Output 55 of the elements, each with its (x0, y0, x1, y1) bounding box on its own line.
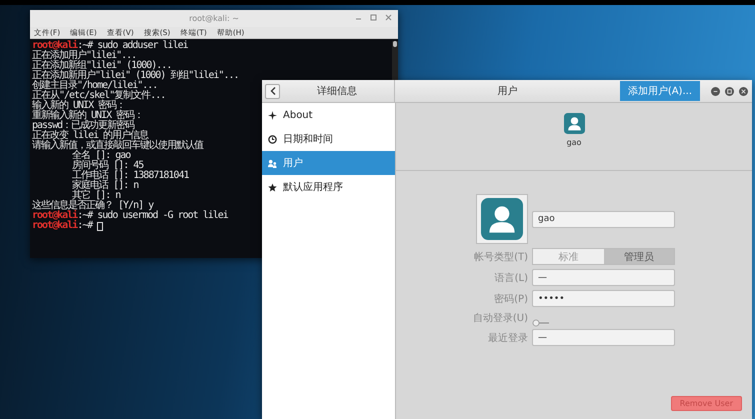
chevron-left-icon (270, 87, 276, 95)
terminal-line: root@kali:~# (32, 220, 92, 231)
user-name[interactable]: gao (566, 138, 582, 147)
field-label: 帐号类型(T) (474, 250, 528, 264)
terminal-line: 工作电话 []: 13887181041 (71, 171, 188, 181)
terminal-line: 创建主目录"/home/lilei"... (32, 81, 158, 91)
input-field[interactable]: — (532, 329, 675, 346)
terminal-line: 输入新的 UNIX 密码： (32, 101, 126, 111)
terminal-line: 家庭电话 []: n (71, 181, 138, 191)
field-label: 最近登录 (488, 332, 528, 344)
sparkle-icon (268, 110, 277, 120)
user-avatar-icon (564, 113, 584, 134)
sidebar-title: 详细信息 (316, 84, 358, 98)
terminal-line: 正在添加新组"lilei" (1000)... (32, 61, 172, 71)
terminal-line: 其它 []: n (72, 191, 120, 201)
terminal-line: 正在改变 lilei 的用户信息 (32, 131, 148, 141)
terminal-line: 正在添加新用户"lilei" (1000) 到组"lilei"... (32, 71, 239, 81)
field-label: 语言(L) (494, 272, 528, 284)
cursor-icon (97, 222, 104, 231)
sidebar-item[interactable]: 日期和时间 (262, 127, 395, 151)
avatar-frame[interactable] (476, 194, 528, 244)
clock-icon (268, 134, 277, 144)
terminal-line: 正在从"/etc/skel"复制文件... (32, 91, 166, 101)
name-field[interactable]: gao (532, 210, 675, 228)
terminal-line: 这些信息是否正确？ [Y/n] y (32, 201, 154, 211)
input-field[interactable]: ••••• (532, 290, 675, 307)
terminal-line: root@kali:~# sudo usermod -G root lilei (32, 211, 228, 221)
terminal-line: 重新输入新的 UNIX 密码： (32, 111, 144, 121)
maximize-icon[interactable] (370, 14, 377, 21)
avatar-icon (481, 198, 523, 240)
terminal-line: passwd：已成功更新密码 (32, 121, 134, 131)
terminal-line: root@kali:~# sudo adduser lilei (32, 41, 188, 51)
account-type-option[interactable]: 管理员 (604, 249, 674, 264)
field-label: 密码(P) (494, 292, 528, 306)
input-field[interactable]: — (532, 269, 675, 286)
window-title: root@kali: ~ (189, 14, 239, 23)
maximize-icon[interactable] (725, 86, 734, 96)
terminal-line: 请输入新值，或直接敲回车键以使用默认值 (32, 141, 203, 151)
close-icon[interactable] (385, 14, 392, 21)
window-title: 用户 (496, 84, 518, 98)
terminal-line: 房间号码 []: 45 (71, 161, 144, 171)
toggle-switch[interactable] (532, 318, 550, 328)
scrollbar[interactable] (392, 41, 398, 81)
terminal-line: 正在添加用户"lilei"... (32, 51, 136, 61)
close-icon[interactable] (739, 86, 748, 96)
users-icon (268, 158, 277, 168)
back-button[interactable] (265, 84, 280, 98)
sidebar-item[interactable]: About (262, 103, 395, 127)
terminal-line: 全名 []: gao (71, 151, 130, 161)
field-label: 自动登录(U) (472, 312, 528, 325)
sidebar-item[interactable]: 默认应用程序 (262, 175, 395, 199)
sidebar-item[interactable]: 用户 (262, 151, 395, 175)
minimize-icon[interactable] (711, 86, 720, 96)
star-icon (268, 182, 277, 192)
add-user-button[interactable]: 添加用户(A)... (620, 81, 700, 101)
